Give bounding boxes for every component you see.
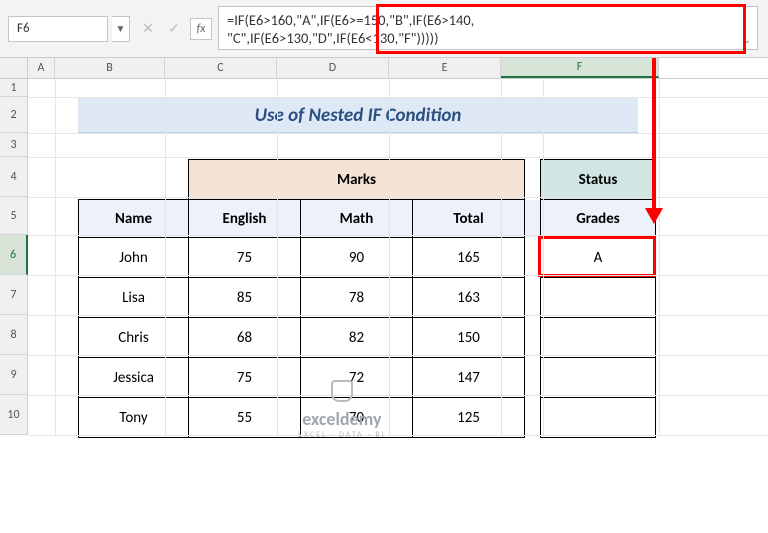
gap	[525, 278, 541, 318]
row-headers: 12345678910	[0, 79, 28, 435]
row-header-9[interactable]: 9	[0, 355, 28, 395]
col-header-F[interactable]: F	[501, 58, 659, 78]
gridline-h	[28, 355, 768, 356]
gridline-h	[28, 157, 768, 158]
cell-total[interactable]: 163	[413, 278, 525, 318]
chevron-down-icon: ▼	[116, 22, 126, 35]
callout-arrow-head	[645, 208, 663, 224]
name-box-value: F6	[17, 21, 30, 36]
col-header-D[interactable]: D	[277, 58, 389, 78]
row-header-10[interactable]: 10	[0, 395, 28, 435]
row-header-8[interactable]: 8	[0, 315, 28, 355]
marks-group-header: Marks	[189, 160, 525, 200]
expand-formula-bar-button[interactable]: ⌄	[739, 33, 755, 47]
cell-total[interactable]: 165	[413, 238, 525, 278]
col-header-B[interactable]: B	[55, 58, 165, 78]
cell-math[interactable]: 72	[301, 358, 413, 398]
cell-name[interactable]: John	[79, 238, 189, 278]
cell-name[interactable]: Jessica	[79, 358, 189, 398]
formula-controls: ✕ ✓ fx	[138, 0, 212, 57]
cell-math[interactable]: 70	[301, 398, 413, 438]
gap	[525, 238, 541, 278]
row-header-3[interactable]: 3	[0, 133, 28, 157]
formula-text-line2: "C",IF(E6>130,"D",IF(E6<130,"F")))))	[227, 29, 735, 47]
cell-grade[interactable]	[541, 278, 656, 318]
cell-name[interactable]: Lisa	[79, 278, 189, 318]
gridline-h	[28, 275, 768, 276]
cell-english[interactable]: 68	[189, 318, 301, 358]
cell-grade[interactable]: A	[541, 238, 656, 278]
blank-corner	[79, 160, 189, 200]
cell-total[interactable]: 147	[413, 358, 525, 398]
formula-input-wrap: =IF(E6>160,"A",IF(E6>=150,"B",IF(E6>140,…	[212, 0, 768, 57]
select-all-corner[interactable]	[0, 58, 28, 78]
gridline-v	[389, 79, 390, 435]
gridline-v	[543, 79, 544, 435]
formula-input[interactable]: =IF(E6>160,"A",IF(E6>=150,"B",IF(E6>140,…	[218, 6, 758, 50]
row-header-6[interactable]: 6	[0, 235, 28, 275]
row-header-1[interactable]: 1	[0, 79, 28, 97]
cancel-formula-button[interactable]: ✕	[138, 19, 158, 39]
gridline-h	[28, 235, 768, 236]
sheet-title: Use of Nested IF Condition	[78, 97, 638, 133]
gridline-h	[28, 197, 768, 198]
gap	[525, 358, 541, 398]
gap	[525, 200, 541, 238]
formula-text-line1: =IF(E6>160,"A",IF(E6>=150,"B",IF(E6>140,	[227, 11, 735, 29]
gridline-v	[165, 79, 166, 435]
cell-math[interactable]: 90	[301, 238, 413, 278]
name-box-dropdown[interactable]: ▼	[112, 16, 130, 42]
cell-english[interactable]: 75	[189, 358, 301, 398]
gridline-h	[28, 395, 768, 396]
cell-math[interactable]: 78	[301, 278, 413, 318]
col-grades: Grades	[541, 200, 656, 238]
cell-name[interactable]: Chris	[79, 318, 189, 358]
cell-english[interactable]: 75	[189, 238, 301, 278]
gridline-h	[28, 97, 768, 98]
sheet-title-text: Use of Nested IF Condition	[255, 104, 462, 127]
cell-total[interactable]: 150	[413, 318, 525, 358]
cell-total[interactable]: 125	[413, 398, 525, 438]
row-header-7[interactable]: 7	[0, 275, 28, 315]
col-header-A[interactable]: A	[28, 58, 55, 78]
cell-name[interactable]: Tony	[79, 398, 189, 438]
cell-grade[interactable]	[541, 398, 656, 438]
col-name: Name	[79, 200, 189, 238]
col-header-C[interactable]: C	[165, 58, 277, 78]
row-header-5[interactable]: 5	[0, 197, 28, 235]
chevron-down-icon: ⌄	[743, 31, 751, 49]
gridline-h	[28, 133, 768, 134]
column-headers-inner: ABCDEF	[28, 58, 768, 78]
fx-icon: fx	[197, 22, 206, 36]
gridline-v	[55, 79, 56, 435]
cell-english[interactable]: 55	[189, 398, 301, 438]
callout-arrow-vline	[652, 58, 656, 212]
name-box[interactable]: F6	[8, 16, 108, 42]
gridline-v	[659, 79, 660, 435]
gridline-h	[28, 315, 768, 316]
enter-formula-button[interactable]: ✓	[164, 19, 184, 39]
gap	[525, 398, 541, 438]
gridline-v	[277, 79, 278, 435]
row-header-2[interactable]: 2	[0, 97, 28, 133]
gridline-v	[501, 79, 502, 435]
name-box-wrap: F6 ▼	[0, 0, 138, 57]
cell-grade[interactable]	[541, 358, 656, 398]
gridline-h	[28, 435, 768, 436]
cell-grade[interactable]	[541, 318, 656, 358]
col-total: Total	[413, 200, 525, 238]
formula-bar-region: F6 ▼ ✕ ✓ fx =IF(E6>160,"A",IF(E6>=150,"B…	[0, 0, 768, 58]
gap	[525, 160, 541, 200]
cell-math[interactable]: 82	[301, 318, 413, 358]
insert-function-button[interactable]: fx	[190, 18, 212, 40]
gap	[525, 318, 541, 358]
status-group-header: Status	[541, 160, 656, 200]
col-math: Math	[301, 200, 413, 238]
cell-english[interactable]: 85	[189, 278, 301, 318]
cell-grid[interactable]: Use of Nested IF Condition Marks Status …	[28, 79, 768, 435]
row-header-4[interactable]: 4	[0, 157, 28, 197]
col-english: English	[189, 200, 301, 238]
col-header-E[interactable]: E	[389, 58, 501, 78]
